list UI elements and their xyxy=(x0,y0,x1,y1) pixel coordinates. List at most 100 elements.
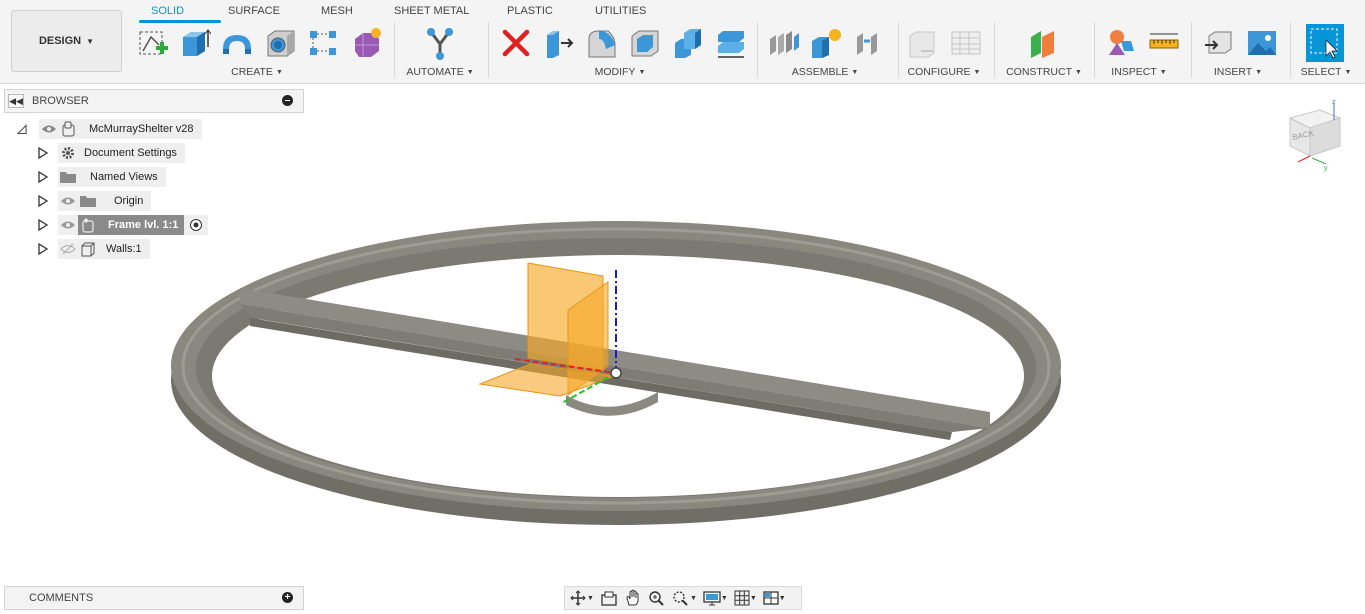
group-construct-label: CONSTRUCT xyxy=(1006,66,1072,78)
align-icon[interactable] xyxy=(714,25,748,61)
minimize-icon[interactable] xyxy=(282,95,293,106)
group-create[interactable]: CREATE ▼ xyxy=(231,66,283,78)
expand-triangle-icon[interactable] xyxy=(38,171,48,183)
eye-hidden-icon[interactable] xyxy=(58,241,78,257)
configure-icon[interactable] xyxy=(906,25,940,61)
tree-root-node[interactable]: McMurrayShelter v28 xyxy=(39,119,202,139)
fillet-icon[interactable] xyxy=(585,25,619,61)
tree-item-label: Document Settings xyxy=(84,147,177,159)
measure-icon[interactable] xyxy=(1147,25,1181,61)
tree-item-frame[interactable]: Frame lvl. 1:1 xyxy=(38,215,209,235)
chevron-down-icon: ▼ xyxy=(1159,68,1167,76)
create-form-icon[interactable] xyxy=(350,25,384,61)
display-settings-icon[interactable]: ▼ xyxy=(701,588,730,608)
delete-icon[interactable] xyxy=(499,25,533,61)
insert-icon[interactable] xyxy=(1202,25,1236,61)
tree-item-document-settings[interactable]: Document Settings xyxy=(38,143,185,163)
folder-icon xyxy=(58,169,78,185)
app-window: DESIGN ▼ SOLID SURFACE MESH SHEET METAL … xyxy=(0,0,1365,614)
group-assemble[interactable]: ASSEMBLE ▼ xyxy=(792,66,859,78)
add-comment-icon[interactable]: + xyxy=(282,592,293,603)
expand-triangle-icon[interactable] xyxy=(17,123,27,135)
toolbar: DESIGN ▼ SOLID SURFACE MESH SHEET METAL … xyxy=(0,0,1365,84)
joint-icon[interactable] xyxy=(852,25,886,61)
eye-icon[interactable] xyxy=(39,121,59,137)
origin-point[interactable] xyxy=(610,367,622,379)
group-divider xyxy=(757,22,758,78)
expand-triangle-icon[interactable] xyxy=(38,195,48,207)
chevron-down-icon: ▼ xyxy=(973,68,981,76)
chevron-down-icon: ▼ xyxy=(275,68,283,76)
group-select[interactable]: SELECT ▼ xyxy=(1301,66,1352,78)
table-icon[interactable] xyxy=(949,25,983,61)
tree-item-origin[interactable]: Origin xyxy=(38,191,152,211)
fit-icon[interactable]: ▼ xyxy=(670,588,699,608)
extrude-icon[interactable] xyxy=(178,25,212,61)
group-inspect-label: INSPECT xyxy=(1111,66,1157,78)
tab-sheet-metal[interactable]: SHEET METAL xyxy=(394,5,469,17)
workspace-switcher[interactable]: DESIGN ▼ xyxy=(11,10,122,72)
group-insert-label: INSERT xyxy=(1213,66,1253,78)
view-cube[interactable]: BACK z y xyxy=(1280,96,1360,172)
group-divider xyxy=(1290,22,1291,78)
construct-plane-icon[interactable] xyxy=(1026,25,1060,61)
look-at-icon[interactable] xyxy=(598,588,620,608)
comments-title: COMMENTS xyxy=(29,592,94,604)
group-automate[interactable]: AUTOMATE ▼ xyxy=(406,66,473,78)
select-icon[interactable] xyxy=(1306,24,1344,62)
group-divider xyxy=(898,22,899,78)
tree-root[interactable]: McMurrayShelter v28 xyxy=(17,119,202,139)
tree-item-named-views[interactable]: Named Views xyxy=(38,167,166,187)
collapse-panel-button[interactable]: ◀◀ xyxy=(8,94,24,108)
automate-icon[interactable] xyxy=(423,25,457,61)
tree-item-walls[interactable]: Walls:1 xyxy=(38,239,150,259)
gear-icon xyxy=(58,145,78,161)
eye-icon[interactable] xyxy=(58,193,78,209)
chevron-down-icon: ▼ xyxy=(466,68,474,76)
workspace-label: DESIGN xyxy=(38,35,82,47)
group-construct[interactable]: CONSTRUCT ▼ xyxy=(1006,66,1082,78)
grid-icon[interactable]: ▼ xyxy=(732,588,759,608)
new-component-icon[interactable] xyxy=(767,25,801,61)
viewports-icon[interactable]: ▼ xyxy=(761,588,788,608)
tab-utilities[interactable]: UTILITIES xyxy=(595,5,646,17)
zoom-icon[interactable] xyxy=(646,588,668,608)
expand-triangle-icon[interactable] xyxy=(38,243,48,255)
expand-triangle-icon[interactable] xyxy=(38,147,48,159)
tree-node[interactable]: Named Views xyxy=(58,167,166,187)
pattern-icon[interactable] xyxy=(306,25,340,61)
tree-node[interactable]: Walls:1 xyxy=(58,239,150,259)
revolve-icon[interactable] xyxy=(220,25,254,61)
component-star-icon[interactable] xyxy=(809,25,843,61)
model-viewport[interactable] xyxy=(0,85,1365,585)
hole-icon[interactable] xyxy=(264,25,298,61)
tree-item-label: Walls:1 xyxy=(106,243,142,255)
create-sketch-icon[interactable] xyxy=(136,25,170,61)
comments-panel[interactable]: COMMENTS + xyxy=(4,586,304,610)
tab-solid[interactable]: SOLID xyxy=(151,5,184,17)
tree-node[interactable]: Origin xyxy=(58,191,152,211)
eye-icon[interactable] xyxy=(58,217,78,233)
group-divider xyxy=(994,22,995,78)
combine-icon[interactable] xyxy=(671,25,705,61)
inspect-icon[interactable] xyxy=(1104,25,1138,61)
tab-mesh[interactable]: MESH xyxy=(321,5,353,17)
group-insert[interactable]: INSERT ▼ xyxy=(1214,66,1262,78)
expand-triangle-icon[interactable] xyxy=(38,219,48,231)
group-inspect[interactable]: INSPECT ▼ xyxy=(1111,66,1166,78)
tab-surface[interactable]: SURFACE xyxy=(228,5,280,17)
shell-icon[interactable] xyxy=(628,25,662,61)
activate-radio-icon[interactable] xyxy=(184,217,208,233)
press-pull-icon[interactable] xyxy=(542,25,576,61)
tree-node[interactable]: Frame lvl. 1:1 xyxy=(58,215,209,235)
group-configure[interactable]: CONFIGURE ▼ xyxy=(908,66,981,78)
tab-plastic[interactable]: PLASTIC xyxy=(507,5,553,17)
group-modify[interactable]: MODIFY ▼ xyxy=(595,66,646,78)
pan-icon[interactable] xyxy=(622,588,644,608)
orbit-icon[interactable]: ▼ xyxy=(567,588,596,608)
tree-node[interactable]: Document Settings xyxy=(58,143,185,163)
chevron-down-icon: ▼ xyxy=(1074,68,1082,76)
insert-image-icon[interactable] xyxy=(1245,25,1279,61)
chevron-down-icon: ▼ xyxy=(1344,68,1352,76)
tree-node-active[interactable]: Frame lvl. 1:1 xyxy=(78,215,185,235)
